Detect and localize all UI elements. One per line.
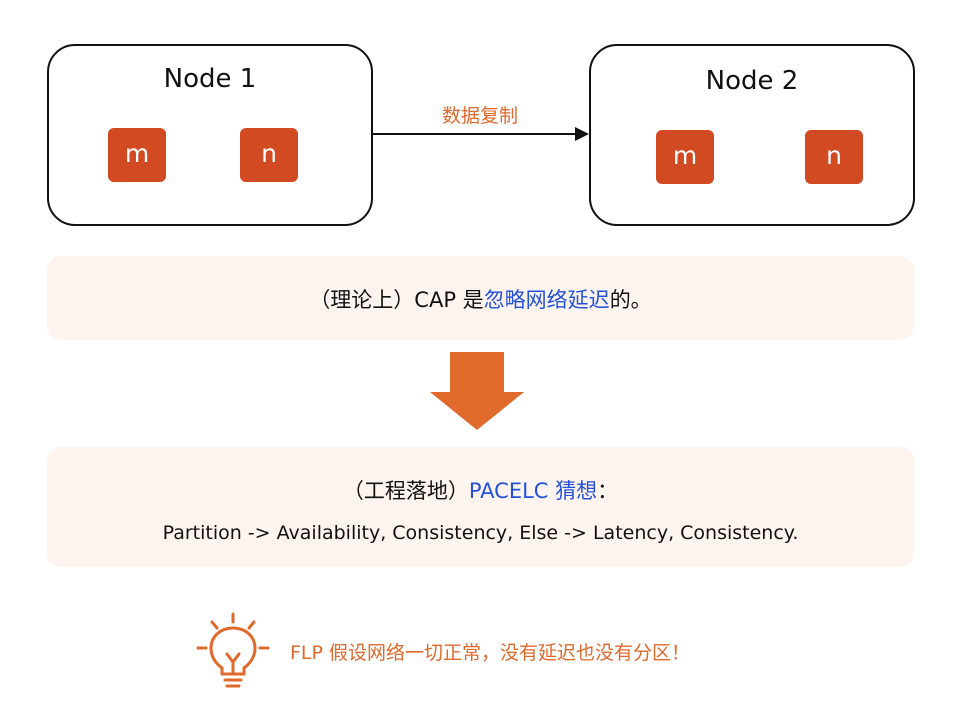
cap-note-text: （理论上）CAP 是忽略网络延迟的。 [47, 284, 914, 314]
replication-label: 数据复制 [441, 105, 518, 127]
pacelc-suffix: ： [597, 479, 619, 503]
node-1-title: Node 1 [163, 64, 257, 94]
cap-note-suffix: 的。 [609, 288, 652, 312]
node-1-chip-m: m [108, 128, 166, 182]
lightbulb-icon [196, 612, 270, 688]
pacelc-panel: （工程落地）PACELC 猜想： Partition -> Availabili… [47, 447, 914, 567]
cap-note-panel: （理论上）CAP 是忽略网络延迟的。 [47, 256, 914, 340]
pacelc-title: （工程落地）PACELC 猜想： [47, 475, 914, 505]
node-2-chip-m: m [656, 130, 714, 184]
node-2-chip-n: n [805, 130, 863, 184]
pacelc-prefix: （工程落地） [342, 479, 469, 503]
pacelc-detail: Partition -> Availability, Consistency, … [162, 522, 799, 544]
node-2-box: Node 2 m n [589, 44, 915, 226]
flp-tip-text: FLP 假设网络一切正常，没有延迟也没有分区！ [290, 642, 691, 664]
node-2-title: Node 2 [705, 66, 799, 96]
cap-note-highlight: 忽略网络延迟 [483, 288, 610, 312]
pacelc-highlight: PACELC 猜想 [468, 479, 598, 503]
node-1-box: Node 1 m n [47, 44, 373, 226]
cap-note-prefix: （理论上）CAP 是 [309, 288, 484, 312]
down-arrow-icon [430, 352, 524, 430]
node-1-chip-n: n [240, 128, 298, 182]
